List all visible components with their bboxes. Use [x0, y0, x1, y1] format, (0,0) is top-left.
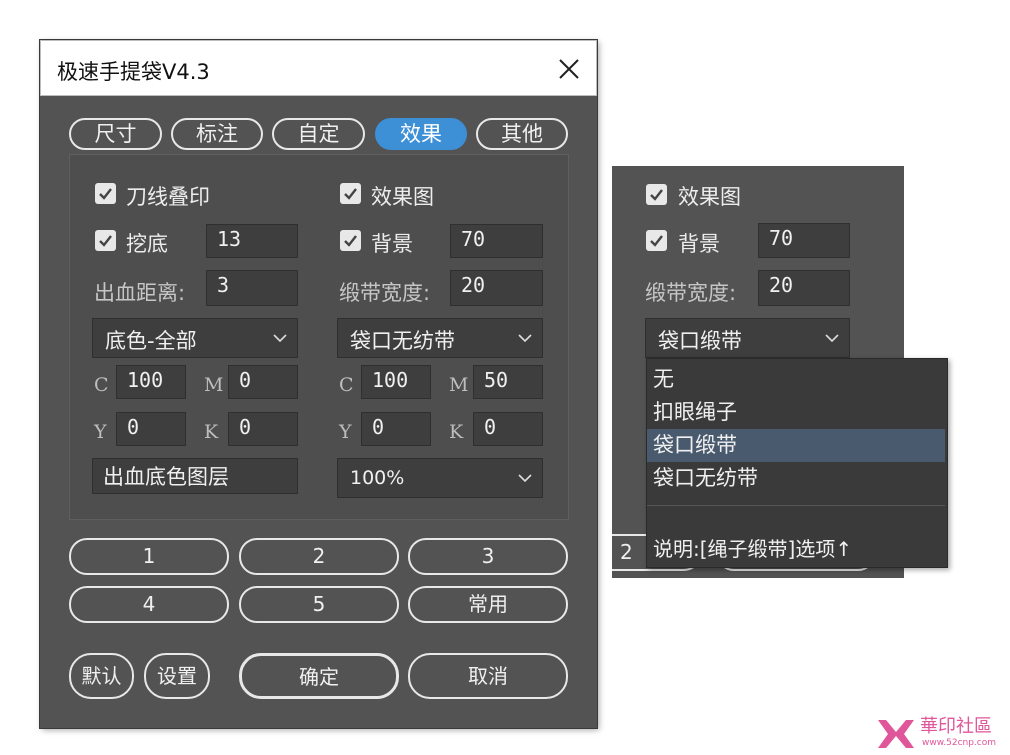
watermark-text: 華印社區	[920, 716, 992, 737]
bleed-label: 出血距离:	[94, 281, 186, 305]
c-input[interactable]: 100	[116, 365, 186, 399]
chevron-down-icon	[273, 334, 287, 343]
dropdown-divider	[647, 505, 945, 506]
c2-input[interactable]: 100	[361, 365, 431, 399]
title-bar: 极速手提袋V4.3	[40, 40, 597, 96]
dialog-title: 极速手提袋V4.3	[57, 60, 210, 84]
y-label: Y	[94, 421, 107, 443]
check-icon	[99, 188, 112, 200]
zoom-bag-mouth-select-value: 袋口缎带	[658, 329, 742, 353]
dialog-window: 极速手提袋V4.3 尺寸 标注 自定 效果 其他 刀线叠印 挖底 13 出血距离…	[40, 40, 597, 728]
zoom-ribbon-width-input[interactable]: 20	[758, 270, 850, 306]
common-preset-button[interactable]: 常用	[408, 586, 568, 623]
cancel-button[interactable]: 取消	[408, 653, 568, 699]
tab-effect[interactable]: 效果	[375, 118, 467, 150]
k2-input[interactable]: 0	[473, 412, 543, 446]
percent-select[interactable]: 100%	[337, 458, 543, 498]
check-icon	[344, 188, 357, 200]
c-label: C	[94, 374, 109, 396]
site-watermark: 華印社區 www.52cnp.com	[874, 712, 1010, 755]
chevron-down-icon	[825, 334, 839, 343]
knife-overprint-label: 刀线叠印	[126, 185, 210, 209]
zoom-background-label: 背景	[678, 232, 720, 256]
zoom-effect-image-checkbox[interactable]	[646, 184, 667, 205]
c2-label: C	[339, 374, 354, 396]
tab-other[interactable]: 其他	[476, 118, 568, 150]
knife-overprint-checkbox[interactable]	[95, 183, 116, 204]
y2-input[interactable]: 0	[361, 412, 431, 446]
m-label: M	[204, 374, 224, 396]
settings-button[interactable]: 设置	[144, 653, 210, 699]
option-bag-mouth-nonwoven[interactable]: 袋口无纺带	[647, 462, 945, 495]
k-input[interactable]: 0	[228, 412, 298, 446]
logo-icon	[878, 720, 914, 748]
dig-input[interactable]: 13	[206, 224, 298, 258]
effect-image-checkbox[interactable]	[340, 183, 361, 204]
background-input[interactable]: 70	[450, 224, 543, 258]
ribbon-width-label: 缎带宽度:	[339, 281, 431, 305]
check-icon	[344, 235, 357, 247]
y-input[interactable]: 0	[116, 412, 186, 446]
preset-3-button[interactable]: 3	[408, 538, 568, 575]
ribbon-width-input[interactable]: 20	[450, 270, 543, 306]
option-bag-mouth-ribbon[interactable]: 袋口缎带	[647, 429, 945, 462]
default-button[interactable]: 默认	[69, 653, 134, 699]
background-checkbox[interactable]	[340, 230, 361, 251]
k-label: K	[204, 421, 219, 443]
preset-5-button[interactable]: 5	[239, 586, 399, 623]
bag-mouth-select-value: 袋口无纺带	[350, 329, 455, 353]
y2-label: Y	[339, 421, 352, 443]
preset-1-button[interactable]: 1	[69, 538, 229, 575]
close-icon	[559, 59, 579, 79]
effect-image-label: 效果图	[371, 185, 434, 209]
tab-size[interactable]: 尺寸	[69, 118, 162, 150]
preset-2-button[interactable]: 2	[239, 538, 399, 575]
dig-label: 挖底	[126, 232, 168, 256]
watermark-url: www.52cnp.com	[922, 738, 997, 748]
bag-mouth-dropdown-list: 无 扣眼绳子 袋口缎带 袋口无纺带 说明:[绳子缎带]选项↑	[646, 358, 948, 568]
bleed-layer-input[interactable]: 出血底色图层	[92, 458, 298, 494]
preset-4-button[interactable]: 4	[69, 586, 229, 623]
background-label: 背景	[371, 232, 413, 256]
option-none[interactable]: 无	[647, 363, 945, 396]
m-input[interactable]: 0	[228, 365, 298, 399]
zoom-background-input[interactable]: 70	[758, 223, 850, 258]
bleed-input[interactable]: 3	[206, 270, 298, 306]
k2-label: K	[449, 421, 464, 443]
dig-checkbox[interactable]	[95, 230, 116, 251]
option-eyelet-rope[interactable]: 扣眼绳子	[647, 396, 945, 429]
zoom-ribbon-width-label: 缎带宽度:	[645, 281, 737, 305]
tab-annotation[interactable]: 标注	[171, 118, 263, 150]
check-icon	[650, 189, 663, 201]
zoom-background-checkbox[interactable]	[646, 230, 667, 251]
bg-color-select[interactable]: 底色-全部	[92, 318, 298, 358]
m2-input[interactable]: 50	[473, 365, 543, 399]
percent-select-value: 100%	[350, 467, 405, 489]
dropdown-note: 说明:[绳子缎带]选项↑	[653, 537, 853, 561]
zoom-bag-mouth-select[interactable]: 袋口缎带	[645, 318, 850, 358]
bg-color-select-value: 底色-全部	[105, 329, 197, 353]
chevron-down-icon	[518, 334, 532, 343]
ok-button[interactable]: 确定	[239, 653, 399, 699]
zoom-effect-image-label: 效果图	[678, 185, 741, 209]
check-icon	[99, 235, 112, 247]
bag-mouth-select[interactable]: 袋口无纺带	[337, 318, 543, 358]
close-button[interactable]	[551, 51, 587, 87]
check-icon	[650, 235, 663, 247]
tab-custom[interactable]: 自定	[272, 118, 365, 150]
chevron-down-icon	[518, 474, 532, 483]
m2-label: M	[449, 374, 469, 396]
